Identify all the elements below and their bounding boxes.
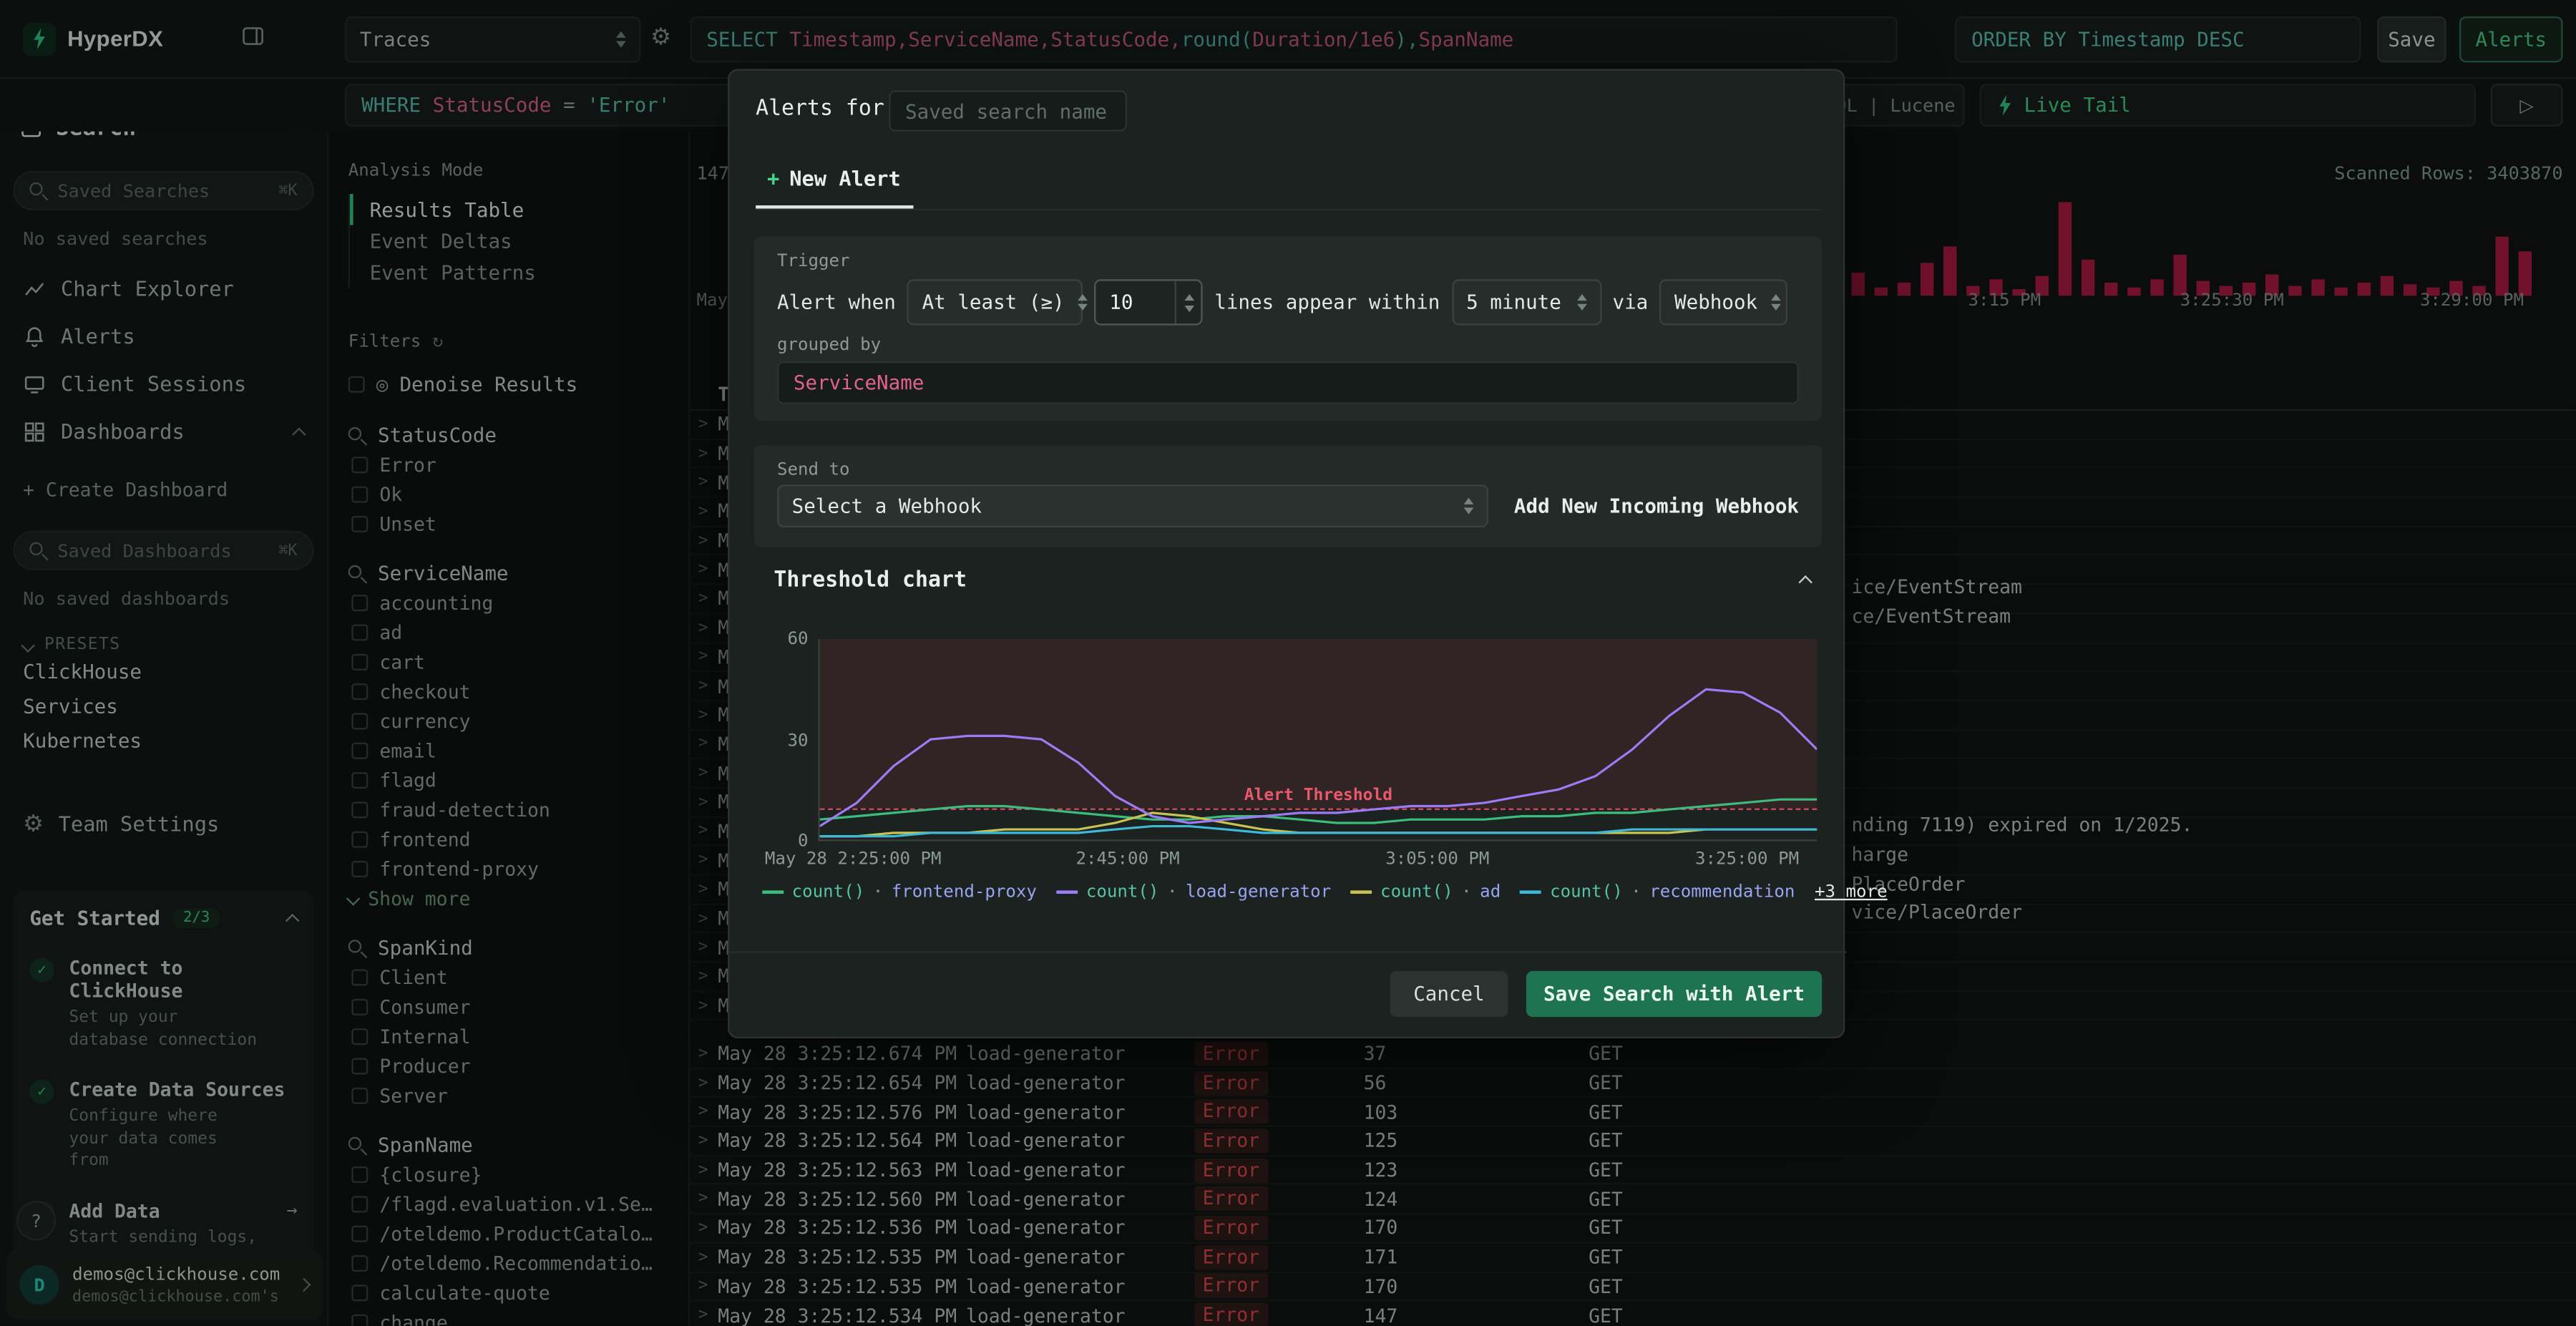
- legend-item[interactable]: count() · frontend-proxy: [762, 882, 1037, 902]
- alert-dialog: Alerts for Saved search name + New Alert…: [728, 69, 1888, 1039]
- x-tick-label: May 28 2:25:00 PM: [764, 849, 942, 869]
- trigger-label: Trigger: [776, 251, 850, 271]
- y-tick-label: 60: [787, 629, 809, 649]
- threshold-input[interactable]: 10: [1094, 279, 1204, 326]
- tab-new-alert[interactable]: + New Alert: [767, 166, 901, 190]
- series-color-icon: [1350, 890, 1372, 894]
- number-spinner-icon[interactable]: [1175, 281, 1201, 324]
- lines-within-label: lines appear within: [1214, 291, 1440, 314]
- trigger-card: Trigger Alert when At least (≥) 10 lines…: [753, 236, 1823, 421]
- divider: [729, 951, 1847, 953]
- grouped-by-input[interactable]: ServiceName: [776, 361, 1800, 404]
- app-window: HyperDX Traces ⚙ SELECT Timestamp,Servic…: [0, 0, 2576, 1326]
- chart-series: [819, 688, 1818, 838]
- dialog-title: Alerts for: [756, 97, 884, 122]
- divider: [756, 208, 1820, 210]
- channel-select[interactable]: Webhook: [1659, 279, 1788, 326]
- x-tick-label: 2:45:00 PM: [1075, 849, 1180, 869]
- threshold-chart: Alert Threshold: [818, 639, 1818, 842]
- save-search-with-alert-button[interactable]: Save Search with Alert: [1526, 970, 1823, 1018]
- send-to-card: Send to Select a Webhook Add New Incomin…: [753, 445, 1823, 547]
- y-tick-label: 30: [787, 730, 809, 751]
- cancel-button[interactable]: Cancel: [1390, 970, 1508, 1018]
- series-color-icon: [1056, 890, 1078, 894]
- x-tick-label: 3:25:00 PM: [1694, 849, 1800, 869]
- via-label: via: [1612, 291, 1649, 314]
- plus-icon: +: [767, 165, 780, 191]
- send-to-label: Send to: [776, 459, 850, 480]
- webhook-select[interactable]: Select a Webhook: [776, 484, 1489, 527]
- legend-item[interactable]: count() · load-generator: [1056, 882, 1331, 902]
- x-tick-label: 3:05:00 PM: [1385, 849, 1490, 869]
- series-color-icon: [762, 890, 784, 894]
- series-color-icon: [1520, 890, 1542, 894]
- legend-more-link[interactable]: +3 more: [1815, 882, 1888, 902]
- legend-item[interactable]: count() · recommendation: [1520, 882, 1795, 902]
- threshold-chart-title: Threshold chart: [774, 568, 967, 593]
- legend-item[interactable]: count() · ad: [1350, 882, 1501, 902]
- chart-legend: count() · frontend-proxy count() · load-gener…: [762, 882, 1888, 902]
- condition-select[interactable]: At least (≥): [907, 279, 1088, 326]
- grouped-by-label: grouped by: [776, 335, 882, 355]
- saved-search-name-input[interactable]: Saved search name: [889, 90, 1127, 132]
- interval-select[interactable]: 5 minute: [1451, 279, 1601, 326]
- add-webhook-link[interactable]: Add New Incoming Webhook: [1514, 494, 1799, 517]
- collapse-chart-icon[interactable]: [1798, 575, 1813, 590]
- alert-when-label: Alert when: [776, 291, 896, 314]
- y-tick-label: 0: [798, 831, 809, 852]
